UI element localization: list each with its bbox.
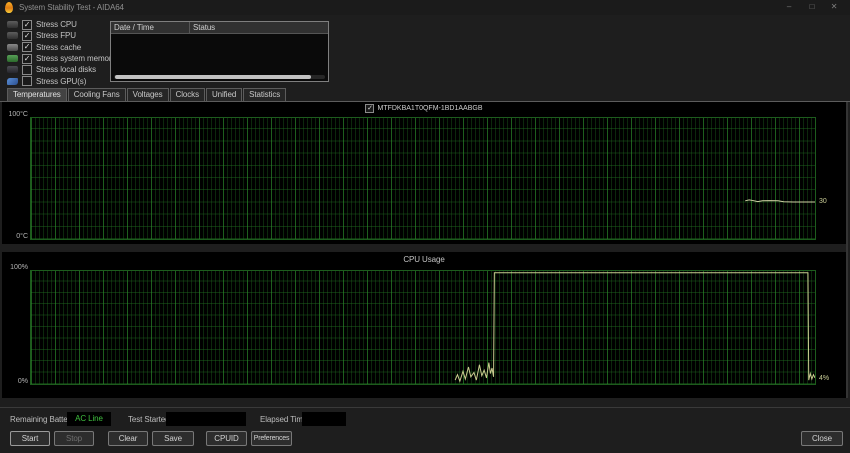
log-table-hscrollbar-track xyxy=(114,75,325,79)
tab-temperatures[interactable]: Temperatures xyxy=(7,88,67,101)
column-status[interactable]: Status xyxy=(190,22,328,33)
cpu-usage-chart-panel: CPU Usage 100% 0% 4% xyxy=(2,252,846,398)
cpu-axis-max-label: 100% xyxy=(4,264,28,271)
cpu-icon xyxy=(7,21,18,28)
minimize-icon[interactable]: – xyxy=(780,1,798,13)
test-started-value xyxy=(166,412,246,426)
clear-button[interactable]: Clear xyxy=(108,431,148,446)
titlebar: System Stability Test - AIDA64 – □ ✕ xyxy=(0,0,850,15)
footer-divider xyxy=(0,407,850,408)
stress-cache-checkbox: ✓ xyxy=(22,42,32,52)
cpu-usage-line-series xyxy=(31,271,815,384)
legend-series-checkbox[interactable]: ✓ xyxy=(365,104,374,113)
remaining-battery-value: AC Line xyxy=(67,412,111,426)
preferences-button[interactable]: Preferences xyxy=(251,431,292,446)
stress-disks-checkbox xyxy=(22,65,32,75)
stress-disks-label: Stress local disks xyxy=(36,65,96,74)
column-date-time[interactable]: Date / Time xyxy=(111,22,190,33)
stress-memory-label: Stress system memory xyxy=(36,54,115,63)
legend-series-label: MTFDKBA1T0QFM-1BD1AABGB xyxy=(377,105,482,112)
status-log-table: Date / Time Status xyxy=(110,21,329,82)
stress-row-cpu[interactable]: ✓ Stress CPU xyxy=(7,19,115,30)
window-title: System Stability Test - AIDA64 xyxy=(19,3,124,12)
stress-row-memory[interactable]: ✓ Stress system memory xyxy=(7,53,115,64)
start-button[interactable]: Start xyxy=(10,431,50,446)
stress-fpu-checkbox: ✓ xyxy=(22,31,32,41)
gpu-icon xyxy=(7,78,18,85)
temps-axis-max-label: 100°C xyxy=(4,111,28,118)
chart-tabs: Temperatures Cooling Fans Voltages Clock… xyxy=(7,88,286,101)
stress-gpu-label: Stress GPU(s) xyxy=(36,77,86,86)
temps-axis-min-label: 0°C xyxy=(4,233,28,240)
tab-unified[interactable]: Unified xyxy=(206,88,242,101)
stress-row-fpu[interactable]: ✓ Stress FPU xyxy=(7,30,115,41)
temperature-plot-area xyxy=(30,117,816,240)
stress-cpu-label: Stress CPU xyxy=(36,20,77,29)
stop-button[interactable]: Stop xyxy=(54,431,94,446)
temperature-chart-panel: ✓ MTFDKBA1T0QFM-1BD1AABGB 100°C 0°C 30 xyxy=(2,102,846,244)
system-stability-test-window: { "window": { "title": "System Stability… xyxy=(0,0,850,453)
fpu-icon xyxy=(7,32,18,39)
stress-fpu-label: Stress FPU xyxy=(36,31,76,40)
temperature-legend: ✓ MTFDKBA1T0QFM-1BD1AABGB xyxy=(2,104,846,113)
stress-options-panel: ✓ Stress CPU ✓ Stress FPU ✓ Stress cache… xyxy=(7,19,115,87)
stress-row-cache[interactable]: ✓ Stress cache xyxy=(7,42,115,53)
close-button[interactable]: Close xyxy=(801,431,843,446)
cache-icon xyxy=(7,44,18,51)
maximize-icon[interactable]: □ xyxy=(803,1,821,13)
log-table-hscrollbar-thumb[interactable] xyxy=(115,75,311,79)
elapsed-time-value xyxy=(302,412,346,426)
close-icon[interactable]: ✕ xyxy=(825,1,843,13)
cpu-axis-min-label: 0% xyxy=(4,378,28,385)
memory-icon xyxy=(7,55,18,62)
tab-clocks[interactable]: Clocks xyxy=(170,88,205,101)
stress-gpu-checkbox xyxy=(22,76,32,86)
cpuid-button[interactable]: CPUID xyxy=(206,431,247,446)
stress-row-gpu[interactable]: Stress GPU(s) xyxy=(7,75,115,86)
stress-cache-label: Stress cache xyxy=(36,43,81,52)
temperature-line-series xyxy=(31,118,815,239)
save-button[interactable]: Save xyxy=(152,431,194,446)
disk-icon xyxy=(7,66,18,73)
cpu-usage-plot-area xyxy=(30,270,816,385)
chart-right-edge xyxy=(846,102,848,398)
cpu-current-value: 4% xyxy=(819,375,829,382)
cpu-chart-title: CPU Usage xyxy=(2,255,846,264)
tab-statistics[interactable]: Statistics xyxy=(243,88,286,101)
aida64-flame-icon xyxy=(5,2,13,13)
tab-cooling-fans[interactable]: Cooling Fans xyxy=(68,88,126,101)
temps-current-value: 30 xyxy=(819,198,827,205)
log-table-header: Date / Time Status xyxy=(111,22,328,34)
stress-cpu-checkbox: ✓ xyxy=(22,20,32,30)
stress-row-disks[interactable]: Stress local disks xyxy=(7,64,115,75)
stress-memory-checkbox: ✓ xyxy=(22,54,32,64)
tab-voltages[interactable]: Voltages xyxy=(127,88,169,101)
